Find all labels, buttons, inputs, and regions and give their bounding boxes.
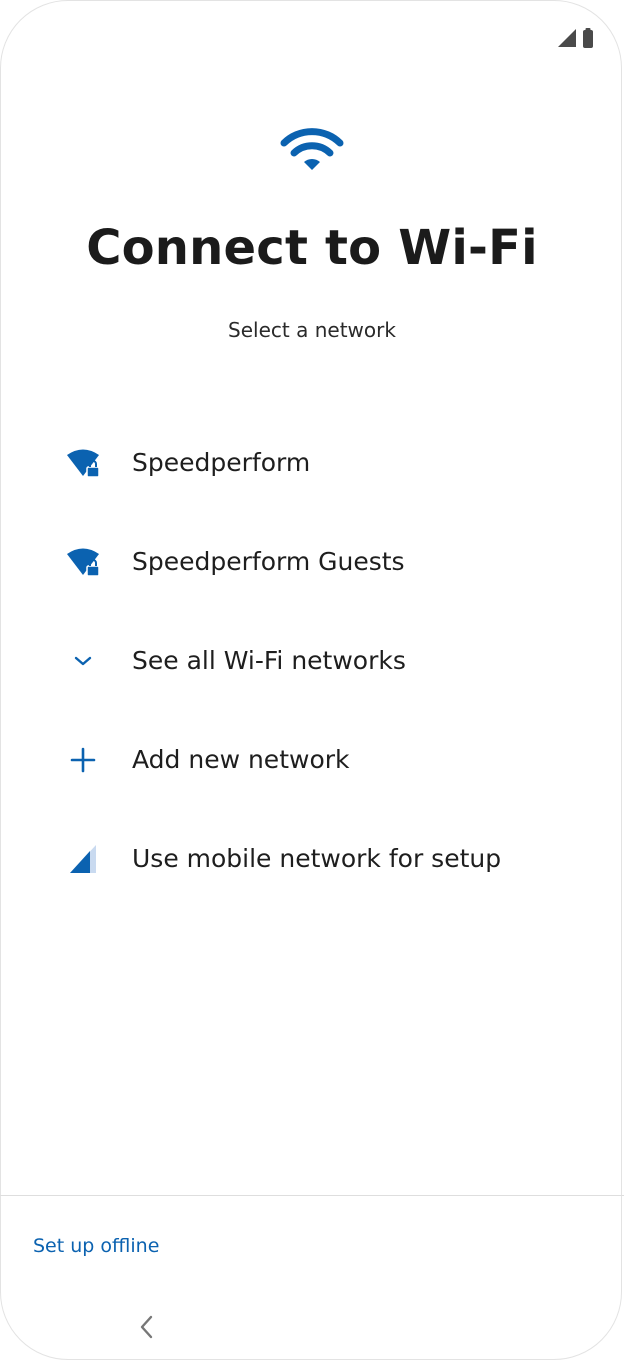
network-list: Speedperform Speedperform Guests See all… — [0, 413, 624, 908]
status-bar — [558, 28, 594, 52]
cell-signal-icon — [558, 29, 576, 51]
wifi-lock-icon — [63, 443, 103, 483]
use-mobile-network-button[interactable]: Use mobile network for setup — [0, 809, 624, 908]
wifi-icon — [280, 125, 344, 173]
use-mobile-network-label: Use mobile network for setup — [132, 844, 502, 873]
plus-icon — [63, 740, 103, 780]
mobile-signal-icon — [63, 839, 103, 879]
back-chevron-icon — [138, 1314, 154, 1344]
battery-icon — [582, 28, 594, 52]
set-up-offline-button[interactable]: Set up offline — [33, 1235, 159, 1257]
add-new-network-label: Add new network — [132, 745, 350, 774]
chevron-down-icon — [63, 641, 103, 681]
back-button[interactable] — [132, 1314, 160, 1344]
see-all-networks-button[interactable]: See all Wi-Fi networks — [0, 611, 624, 710]
add-new-network-button[interactable]: Add new network — [0, 710, 624, 809]
network-item-label: Speedperform — [132, 448, 311, 477]
network-item-label: Speedperform Guests — [132, 547, 405, 576]
wifi-lock-icon — [63, 542, 103, 582]
see-all-networks-label: See all Wi-Fi networks — [132, 646, 406, 675]
network-item-speedperform-guests[interactable]: Speedperform Guests — [0, 512, 624, 611]
footer-divider — [0, 1195, 624, 1196]
page-title: Connect to Wi-Fi — [86, 220, 538, 276]
network-item-speedperform[interactable]: Speedperform — [0, 413, 624, 512]
page-subtitle: Select a network — [228, 318, 396, 342]
